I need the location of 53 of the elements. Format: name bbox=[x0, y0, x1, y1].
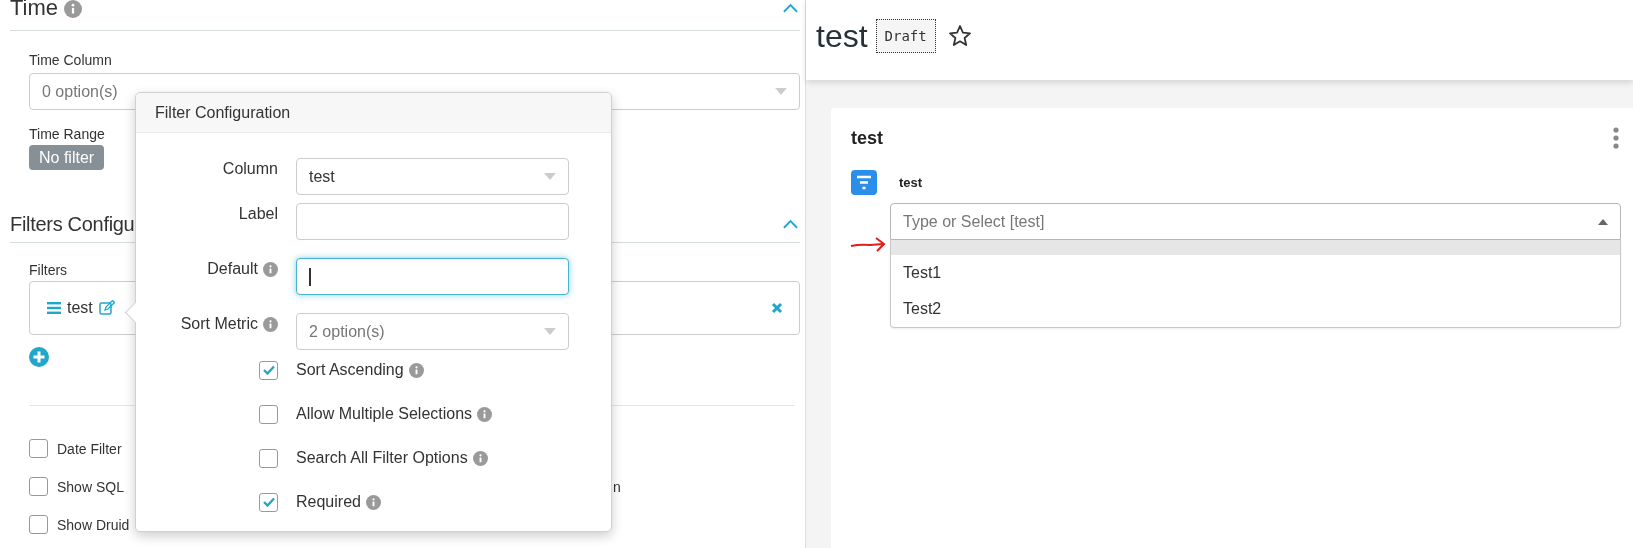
status-badge: Draft bbox=[875, 19, 936, 53]
checkbox[interactable] bbox=[259, 448, 278, 468]
drag-handle-icon[interactable] bbox=[47, 302, 61, 314]
dropdown-option[interactable]: Test2 bbox=[891, 291, 1620, 327]
more-options-icon[interactable] bbox=[1613, 127, 1619, 149]
caret-icon bbox=[544, 173, 556, 180]
field-label: Filters bbox=[29, 262, 68, 278]
section-title: Filters Configu bbox=[10, 212, 135, 237]
field-label: Time Column bbox=[29, 52, 112, 68]
caret-icon bbox=[544, 328, 556, 335]
chevron-up-icon[interactable] bbox=[783, 3, 798, 13]
checkbox[interactable] bbox=[29, 439, 48, 458]
filter-label: test bbox=[899, 175, 923, 190]
field-label: Sort Metric bbox=[180, 315, 258, 333]
add-icon[interactable] bbox=[29, 347, 49, 367]
checkbox[interactable] bbox=[259, 404, 278, 424]
dashboard-title: test bbox=[816, 17, 868, 55]
checkbox[interactable] bbox=[29, 477, 48, 496]
checkbox-label: Sort Ascending bbox=[296, 361, 404, 379]
field-label: Label bbox=[238, 205, 278, 223]
filter-name: test bbox=[67, 299, 93, 317]
checkbox[interactable] bbox=[29, 515, 48, 534]
caret-icon bbox=[775, 88, 787, 95]
remove-icon[interactable] bbox=[771, 302, 783, 314]
checkbox-label: Date Filter bbox=[57, 440, 122, 457]
star-icon[interactable] bbox=[947, 24, 972, 48]
checkbox[interactable] bbox=[259, 492, 278, 512]
checkbox-label: Required bbox=[296, 493, 361, 511]
time-range-button[interactable]: No filter bbox=[29, 145, 105, 170]
field-label: Time Range bbox=[29, 126, 105, 142]
chart-title: test bbox=[851, 127, 883, 149]
edit-icon[interactable] bbox=[98, 300, 115, 316]
checkmark-icon bbox=[262, 365, 275, 375]
chevron-up-icon[interactable] bbox=[783, 219, 798, 229]
select-field[interactable]: test bbox=[296, 158, 569, 195]
arrow-annotation-drawing bbox=[850, 236, 886, 252]
input-field[interactable] bbox=[296, 203, 569, 240]
caret-icon bbox=[1598, 218, 1608, 225]
checkbox-label: Search All Filter Options bbox=[296, 449, 468, 467]
checkbox[interactable] bbox=[259, 360, 278, 380]
checkbox-label: Show Druid bbox=[57, 516, 130, 533]
dropdown-option[interactable]: Test1 bbox=[891, 255, 1620, 291]
field-label: Default bbox=[207, 260, 258, 278]
filter-icon bbox=[851, 170, 877, 195]
field-label: Column bbox=[222, 160, 278, 178]
checkmark-icon bbox=[262, 497, 275, 507]
popover-title: Filter Configuration bbox=[136, 93, 611, 133]
select-field[interactable]: 2 option(s) bbox=[296, 313, 569, 350]
input-field[interactable] bbox=[296, 258, 569, 295]
checkbox-label: Allow Multiple Selections bbox=[296, 405, 473, 423]
checkbox-label: Show SQL bbox=[57, 478, 124, 495]
checkbox-label: n bbox=[613, 478, 621, 495]
filter-select[interactable]: Type or Select [test] bbox=[890, 203, 1621, 240]
